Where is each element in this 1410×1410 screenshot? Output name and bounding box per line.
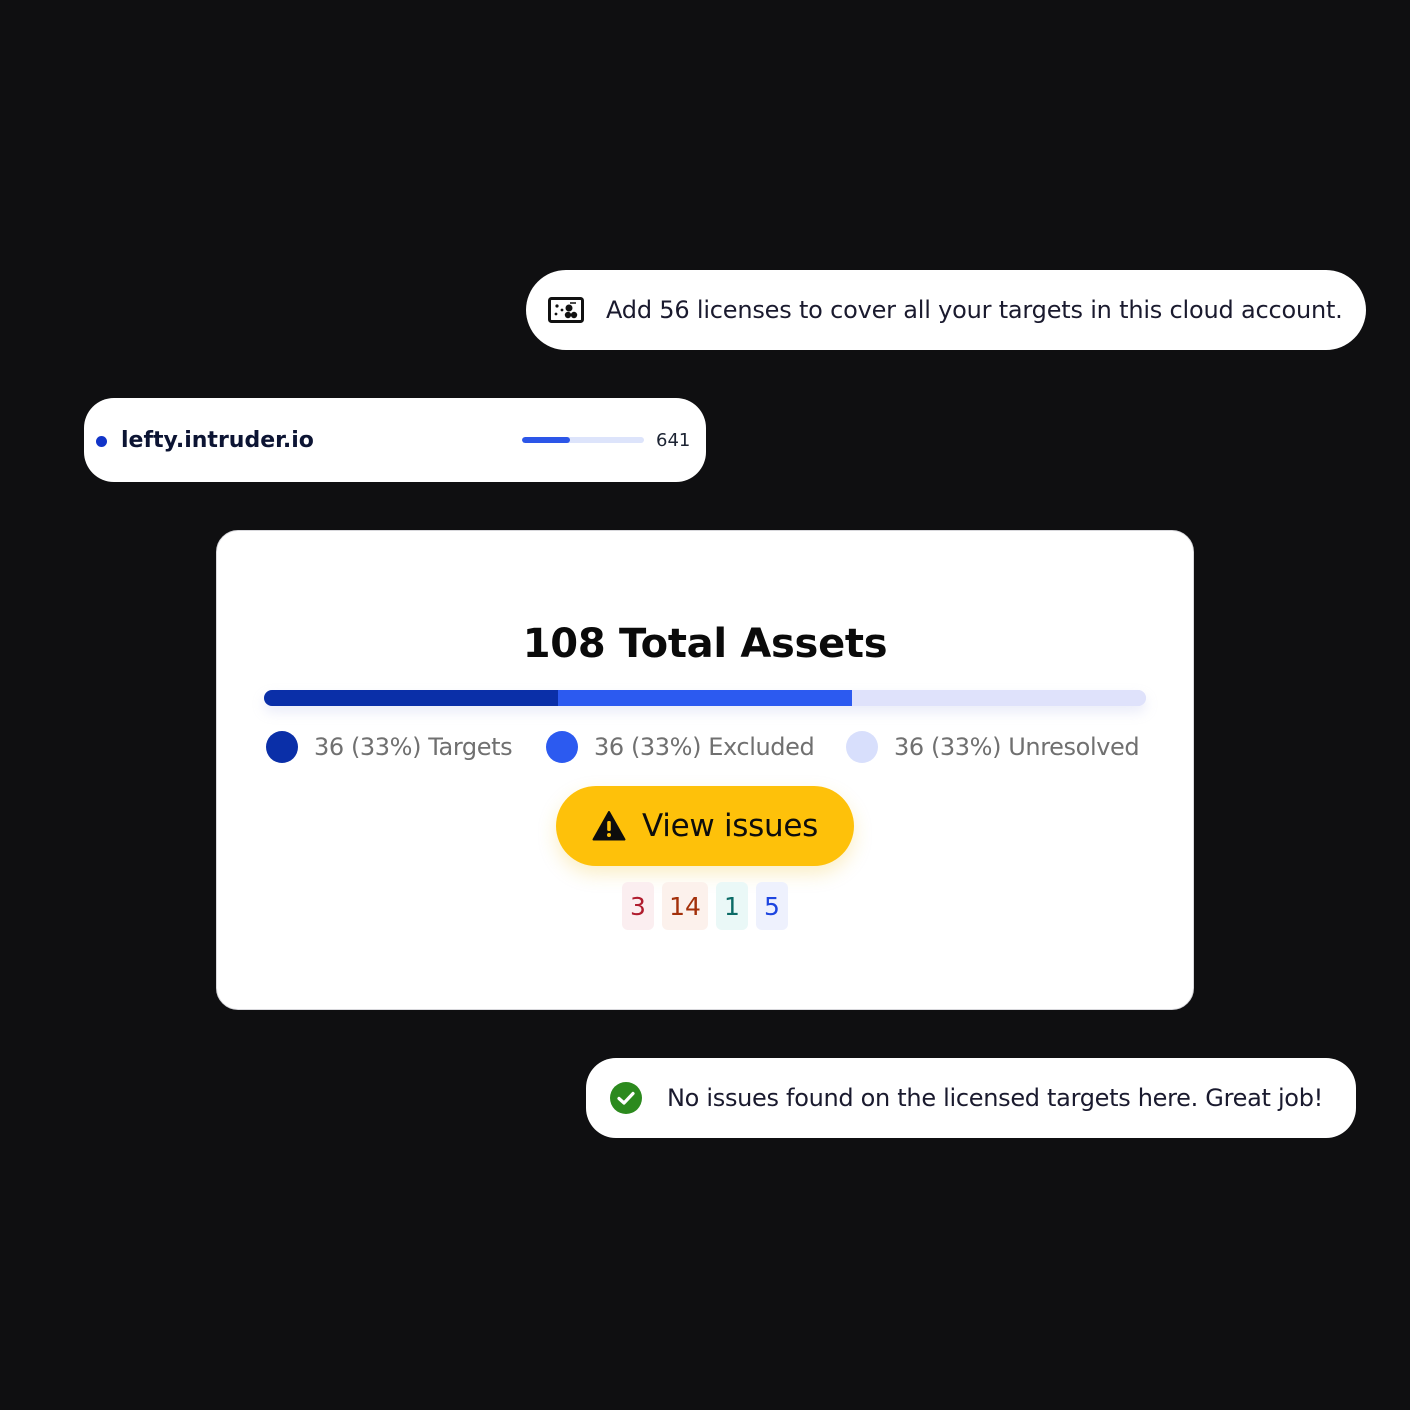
assets-title: 108 Total Assets bbox=[522, 621, 888, 667]
target-progress-fill bbox=[522, 437, 570, 443]
target-count: 641 bbox=[656, 430, 691, 451]
check-circle-icon bbox=[610, 1082, 642, 1114]
legend-label-excluded: 36 (33%) Excluded bbox=[594, 733, 815, 761]
legend-item-unresolved: 36 (33%) Unresolved bbox=[846, 728, 1140, 766]
legend-label-unresolved: 36 (33%) Unresolved bbox=[894, 733, 1140, 761]
success-toast: No issues found on the licensed targets … bbox=[586, 1058, 1356, 1138]
severity-badges: 3 14 1 5 bbox=[622, 882, 788, 930]
license-toast: Add 56 licenses to cover all your target… bbox=[526, 270, 1366, 350]
legend-item-targets: 36 (33%) Targets bbox=[266, 728, 513, 766]
severity-badge-critical[interactable]: 3 bbox=[622, 882, 654, 930]
assets-distribution-bar bbox=[264, 690, 1146, 706]
legend-dot-excluded bbox=[546, 731, 578, 763]
legend-dot-unresolved bbox=[846, 731, 878, 763]
ticket-icon bbox=[548, 297, 584, 323]
severity-badge-medium[interactable]: 1 bbox=[716, 882, 748, 930]
bar-segment-excluded bbox=[557, 690, 852, 706]
target-progress-bar bbox=[522, 437, 644, 443]
warning-icon bbox=[592, 810, 626, 842]
severity-badge-high[interactable]: 14 bbox=[662, 882, 708, 930]
success-message: No issues found on the licensed targets … bbox=[667, 1084, 1323, 1112]
target-name[interactable]: lefty.intruder.io bbox=[121, 424, 314, 458]
legend-label-targets: 36 (33%) Targets bbox=[314, 733, 513, 761]
target-status-dot bbox=[96, 436, 107, 447]
legend-item-excluded: 36 (33%) Excluded bbox=[546, 728, 815, 766]
bar-segment-unresolved bbox=[851, 690, 1146, 706]
license-message: Add 56 licenses to cover all your target… bbox=[606, 296, 1343, 324]
legend-dot-targets bbox=[266, 731, 298, 763]
view-issues-label: View issues bbox=[642, 808, 818, 844]
bar-segment-targets bbox=[264, 690, 558, 706]
severity-badge-low[interactable]: 5 bbox=[756, 882, 788, 930]
assets-card bbox=[216, 530, 1194, 1010]
view-issues-button[interactable]: View issues bbox=[556, 786, 854, 866]
